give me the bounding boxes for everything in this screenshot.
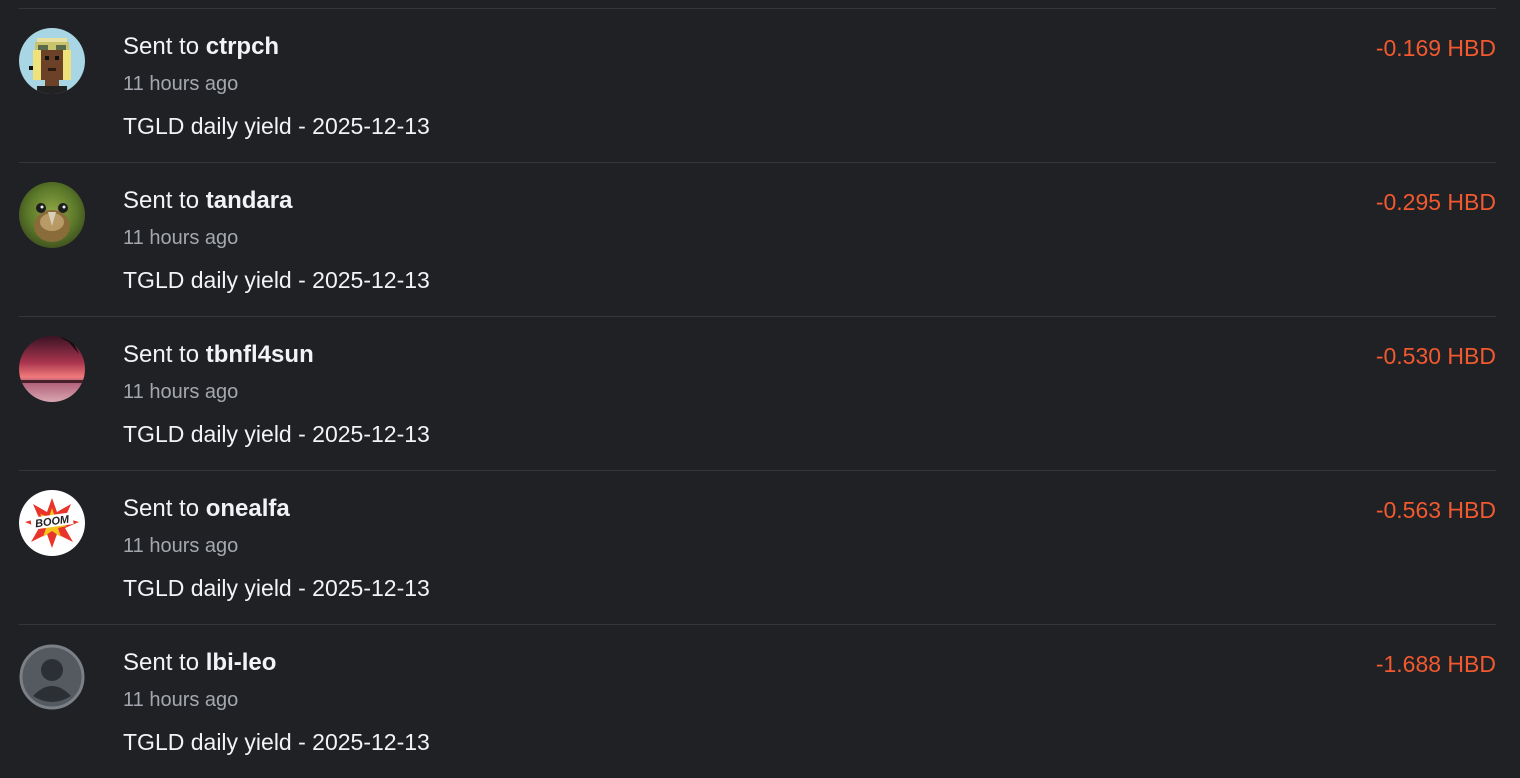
transaction-amount: -0.530 HBD xyxy=(1375,343,1496,369)
pixel-punk-avatar-icon[interactable] xyxy=(19,28,85,94)
transaction-row[interactable]: Sent to tbnfl4sun 11 hours ago TGLD dail… xyxy=(19,316,1496,470)
transaction-timestamp: 11 hours ago xyxy=(123,73,239,95)
transaction-prefix: Sent to xyxy=(123,495,200,522)
transaction-amount: -0.563 HBD xyxy=(1375,497,1496,523)
boom-comic-avatar-icon[interactable]: BOOM xyxy=(19,490,85,556)
transaction-amount: -0.295 HBD xyxy=(1375,189,1496,215)
transaction-memo: TGLD daily yield - 2025-12-13 xyxy=(123,113,430,139)
sunset-beach-avatar-icon[interactable] xyxy=(19,336,85,402)
recipient-link[interactable]: ctrpch xyxy=(206,33,279,60)
transaction-prefix: Sent to xyxy=(123,187,200,214)
transaction-timestamp: 11 hours ago xyxy=(123,535,239,557)
transaction-memo: TGLD daily yield - 2025-12-13 xyxy=(123,575,430,601)
transaction-timestamp: 11 hours ago xyxy=(123,227,239,249)
transaction-prefix: Sent to xyxy=(123,341,200,368)
transaction-amount: -1.688 HBD xyxy=(1375,651,1496,677)
transaction-memo: TGLD daily yield - 2025-12-13 xyxy=(123,421,430,447)
transaction-prefix: Sent to xyxy=(123,33,200,60)
recipient-link[interactable]: onealfa xyxy=(206,495,290,522)
recipient-link[interactable]: lbi-leo xyxy=(206,649,277,676)
transaction-memo: TGLD daily yield - 2025-12-13 xyxy=(123,267,430,293)
transaction-title: Sent to tbnfl4sun xyxy=(123,340,314,370)
transaction-title: Sent to ctrpch xyxy=(123,32,279,62)
transaction-timestamp: 11 hours ago xyxy=(123,381,239,403)
kakapo-parrot-avatar-icon[interactable] xyxy=(19,182,85,248)
transaction-title: Sent to onealfa xyxy=(123,494,290,524)
transaction-row[interactable]: Sent to lbi-leo 11 hours ago TGLD daily … xyxy=(19,624,1496,778)
recipient-link[interactable]: tbnfl4sun xyxy=(206,341,314,368)
default-user-avatar-icon[interactable] xyxy=(19,644,85,710)
transaction-prefix: Sent to xyxy=(123,649,200,676)
transaction-amount: -0.169 HBD xyxy=(1375,35,1496,61)
transaction-row[interactable]: Sent to ctrpch 11 hours ago TGLD daily y… xyxy=(19,8,1496,162)
transaction-timestamp: 11 hours ago xyxy=(123,689,239,711)
transaction-title: Sent to tandara xyxy=(123,186,292,216)
transaction-row[interactable]: Sent to tandara 11 hours ago TGLD daily … xyxy=(19,162,1496,316)
transaction-list: Sent to ctrpch 11 hours ago TGLD daily y… xyxy=(19,8,1496,778)
transaction-memo: TGLD daily yield - 2025-12-13 xyxy=(123,729,430,755)
transaction-title: Sent to lbi-leo xyxy=(123,648,276,678)
transaction-row[interactable]: BOOM Sent to onealfa 11 hours ago TGLD d… xyxy=(19,470,1496,624)
recipient-link[interactable]: tandara xyxy=(206,187,293,214)
